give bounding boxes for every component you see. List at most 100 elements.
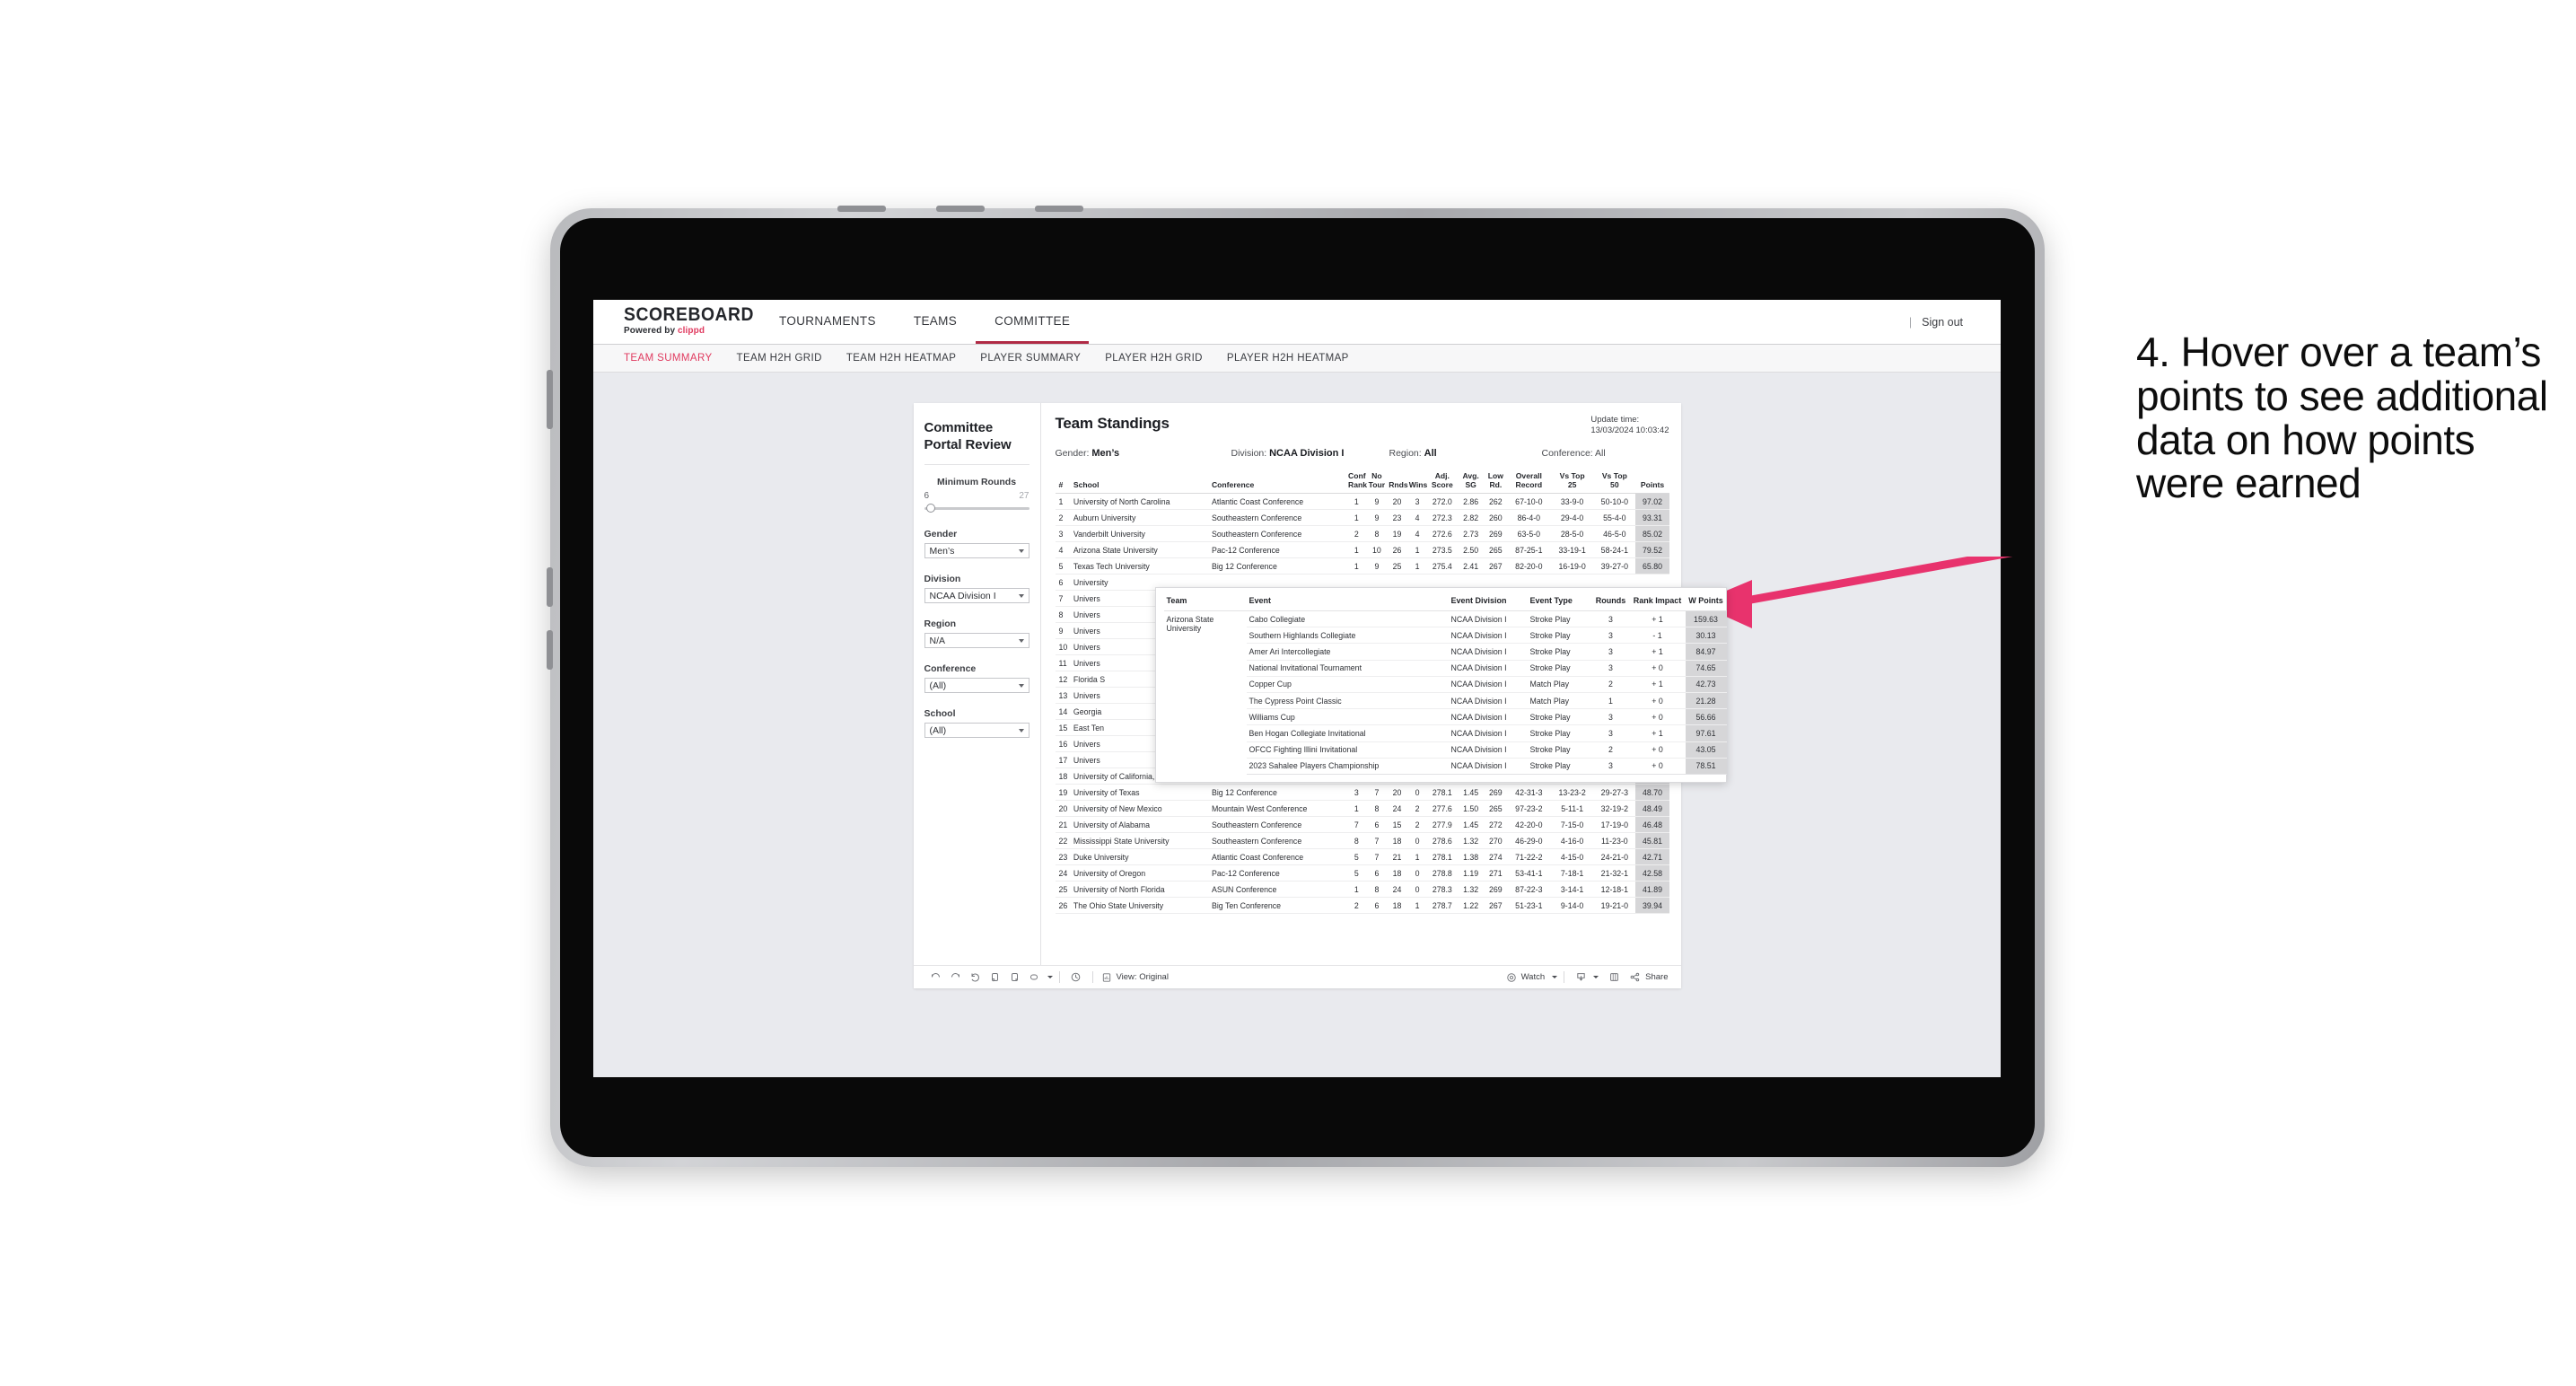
col-rnds[interactable]: Rnds	[1387, 471, 1407, 494]
pause-updates-icon[interactable]	[1005, 969, 1025, 986]
cell-points[interactable]: 65.80	[1635, 557, 1669, 575]
table-row[interactable]: 25 University of North Florida ASUN Confer…	[1055, 881, 1669, 898]
cell-wins: 0	[1406, 832, 1428, 849]
cell-rank: 26	[1055, 897, 1070, 914]
conference-select[interactable]: (All)	[924, 678, 1030, 693]
tooltip-cell-w-points: 42.73	[1685, 676, 1727, 693]
highlight-icon[interactable]	[1025, 969, 1045, 986]
cell-points[interactable]: 48.49	[1635, 800, 1669, 817]
download-icon[interactable]	[1571, 969, 1590, 986]
nav-tab-teams[interactable]: TEAMS	[895, 300, 976, 344]
summary-region-value: All	[1424, 448, 1437, 459]
col-avg-sg[interactable]: Avg. SG	[1457, 471, 1485, 494]
undo-icon[interactable]	[926, 969, 946, 986]
summary-division-label: Division:	[1231, 448, 1267, 459]
table-row[interactable]: 20 University of New Mexico Mountain West …	[1055, 800, 1669, 817]
col-no-tour[interactable]: No Tour	[1367, 471, 1388, 494]
signout-link[interactable]: Sign out	[1922, 316, 1963, 329]
cell-rank: 9	[1055, 622, 1070, 639]
col-conference[interactable]: Conference	[1208, 471, 1346, 494]
table-row[interactable]: 23 Duke University Atlantic Coast Conferen…	[1055, 848, 1669, 865]
share-button[interactable]: Share	[1629, 971, 1669, 983]
highlight-chevron-down-icon[interactable]	[1047, 976, 1053, 978]
slider-knob[interactable]	[925, 504, 935, 513]
cell-points[interactable]: 42.58	[1635, 864, 1669, 882]
col-school[interactable]: School	[1070, 471, 1208, 494]
cell-low-rd: 265	[1485, 541, 1507, 558]
tablet-top-button-1	[837, 206, 886, 212]
table-row[interactable]: 22 Mississippi State University Southeaste…	[1055, 832, 1669, 849]
cell-adj-score: 277.6	[1427, 800, 1458, 817]
cell-no-tour: 6	[1366, 864, 1388, 882]
cell-points[interactable]: 85.02	[1635, 525, 1669, 542]
col-rank[interactable]: #	[1056, 471, 1070, 494]
cell-overall-record: 53-41-1	[1506, 864, 1551, 882]
watch-button[interactable]: Watch	[1506, 972, 1558, 983]
cell-avg-sg: 1.32	[1457, 832, 1485, 849]
subtab-player-h2h-heatmap[interactable]: PLAYER H2H HEATMAP	[1227, 353, 1349, 364]
download-chevron-down-icon[interactable]	[1593, 976, 1599, 978]
table-row[interactable]: 5 Texas Tech University Big 12 Conference 1…	[1055, 557, 1669, 575]
table-row[interactable]: 24 University of Oregon Pac-12 Conference 5…	[1055, 864, 1669, 882]
region-select[interactable]: N/A	[924, 633, 1030, 648]
subtab-player-h2h-grid[interactable]: PLAYER H2H GRID	[1105, 353, 1203, 364]
nav-tab-committee[interactable]: COMMITTEE	[976, 300, 1090, 344]
minimum-rounds-slider[interactable]	[924, 503, 1030, 513]
tooltip-cell-rank-impact: + 0	[1629, 692, 1686, 710]
cell-rnds: 20	[1387, 493, 1407, 510]
col-vs-top-25[interactable]: Vs Top 25	[1551, 471, 1593, 494]
cell-wins: 2	[1406, 800, 1428, 817]
nav-tab-tournaments[interactable]: TOURNAMENTS	[760, 300, 895, 344]
cell-points[interactable]: 48.70	[1635, 784, 1669, 801]
col-conf-rank[interactable]: Conf Rank	[1346, 471, 1367, 494]
cell-conf-rank: 2	[1346, 897, 1367, 914]
cell-points[interactable]: 45.81	[1635, 832, 1669, 849]
cell-low-rd: 267	[1485, 557, 1507, 575]
subtab-team-summary[interactable]: TEAM SUMMARY	[624, 353, 713, 364]
col-wins[interactable]: Wins	[1407, 471, 1428, 494]
col-adj-score[interactable]: Adj. Score	[1427, 471, 1457, 494]
tooltip-cell-division: NCAA Division I	[1448, 660, 1528, 677]
gender-select[interactable]: Men’s	[924, 543, 1030, 558]
cell-school: University of Texas	[1069, 784, 1208, 801]
cell-vs-top-25: 4-16-0	[1550, 832, 1594, 849]
cell-points[interactable]: 46.48	[1635, 816, 1669, 833]
fullscreen-icon[interactable]	[1604, 969, 1624, 986]
subtab-team-h2h-grid[interactable]: TEAM H2H GRID	[737, 353, 822, 364]
cell-points[interactable]: 93.31	[1635, 509, 1669, 526]
col-vs-top-50[interactable]: Vs Top 50	[1593, 471, 1635, 494]
table-row[interactable]: 4 Arizona State University Pac-12 Conferen…	[1055, 541, 1669, 558]
table-row[interactable]: 26 The Ohio State University Big Ten Confe…	[1055, 897, 1669, 914]
brand-logo[interactable]: SCOREBOARD Powered by clippd	[593, 300, 754, 344]
tooltip-row: Amer Ari Intercollegiate NCAA Division IS…	[1164, 643, 1727, 661]
cell-points[interactable]: 39.94	[1635, 897, 1669, 914]
school-select[interactable]: (All)	[924, 723, 1030, 738]
cell-overall-record: 51-23-1	[1506, 897, 1551, 914]
cell-points[interactable]: 97.02	[1635, 493, 1669, 510]
tooltip-cell-rank-impact: + 1	[1629, 610, 1686, 628]
cell-points[interactable]: 41.89	[1635, 881, 1669, 898]
redo-icon[interactable]	[946, 969, 966, 986]
view-original-button[interactable]: View: Original	[1101, 972, 1169, 983]
cell-points[interactable]: 79.52	[1635, 541, 1669, 558]
subtab-player-summary[interactable]: PLAYER SUMMARY	[980, 353, 1081, 364]
cell-points[interactable]: 42.71	[1635, 848, 1669, 865]
tooltip-cell-type: Stroke Play	[1527, 724, 1592, 742]
table-row[interactable]: 19 University of Texas Big 12 Conference 3 7…	[1055, 784, 1669, 801]
annotation-text: 4. Hover over a team’s points to see add…	[2136, 329, 2548, 507]
table-row[interactable]: 2 Auburn University Southeastern Conferenc…	[1055, 509, 1669, 526]
division-select[interactable]: NCAA Division I	[924, 588, 1030, 603]
col-points[interactable]: Points	[1635, 471, 1669, 494]
table-row[interactable]: 3 Vanderbilt University Southeastern Confe…	[1055, 525, 1669, 542]
subtab-team-h2h-heatmap[interactable]: TEAM H2H HEATMAP	[846, 353, 956, 364]
refresh-data-icon[interactable]	[986, 969, 1005, 986]
slider-min-value: 6	[924, 491, 930, 501]
slider-max-value: 27	[1019, 491, 1030, 501]
col-low-rd[interactable]: Low Rd.	[1485, 471, 1507, 494]
table-row[interactable]: 1 University of North Carolina Atlantic Co…	[1055, 493, 1669, 510]
revert-icon[interactable]	[966, 969, 986, 986]
cell-conference: Atlantic Coast Conference	[1207, 493, 1347, 510]
table-row[interactable]: 21 University of Alabama Southeastern Conf…	[1055, 816, 1669, 833]
pause-auto-updates-icon[interactable]	[1066, 969, 1086, 986]
col-overall-record[interactable]: Overall Record	[1507, 471, 1551, 494]
